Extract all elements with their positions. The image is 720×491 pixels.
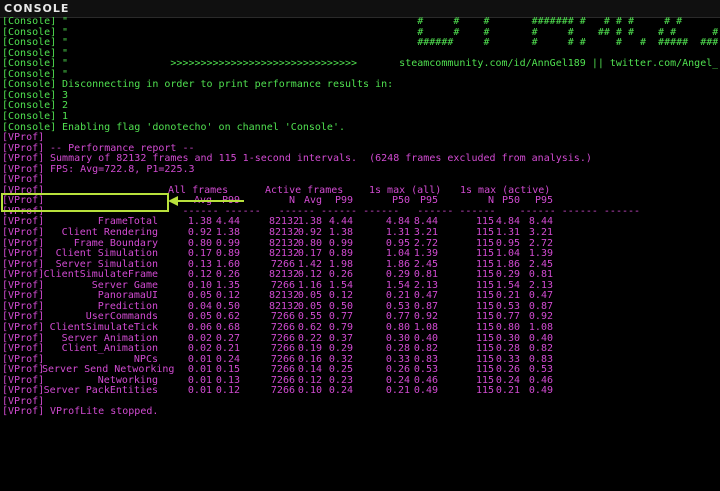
line-prefix: [VProf] xyxy=(2,406,45,418)
cell-value: 1.31 xyxy=(495,227,520,238)
cell-value: 0.79 xyxy=(328,321,353,333)
cell-value: 3.21 xyxy=(528,227,553,238)
cell-value: 0.80 xyxy=(385,321,410,333)
cell-value: 1.08 xyxy=(528,321,553,333)
line-text: VProfLite stopped. xyxy=(44,406,159,418)
cell-value: 0.80 xyxy=(495,321,520,333)
fps-highlight-box xyxy=(1,193,169,212)
line-prefix: [Console] xyxy=(2,110,57,122)
line-text: 1 xyxy=(56,110,69,122)
line-prefix: [VProf] xyxy=(2,227,45,238)
console-title-bar[interactable]: CONSOLE xyxy=(0,0,720,18)
line-prefix: [VProf] xyxy=(2,321,45,333)
console-output[interactable]: [Console] " # # # ####### # # # # # # #[… xyxy=(2,17,718,491)
line-text: " ###### # # # # # # ##### ####### #####… xyxy=(62,37,718,49)
cell-value: 0.92 xyxy=(187,227,212,238)
row-name: Server PackEntities xyxy=(43,385,158,397)
line-text: " # # # ####### # # # # # # # xyxy=(56,17,718,27)
line-text: " >>>>>>>>>>>>>>>>>>>>>>>>>>>>>>> steamc… xyxy=(62,58,718,70)
cell-value: 7266 xyxy=(270,385,295,397)
row-name: Client Rendering xyxy=(61,227,158,238)
cell-value: 115 xyxy=(475,227,494,238)
cell-value: 0.06 xyxy=(187,321,212,333)
cell-value: 0.49 xyxy=(413,385,438,397)
cell-value: 0.62 xyxy=(297,321,322,333)
cell-value: 115 xyxy=(475,385,494,397)
cell-value: 0.21 xyxy=(385,385,410,397)
line-text: FPS: Avg=722.8, P1=225.3 xyxy=(44,163,195,175)
cell-value: 0.68 xyxy=(215,321,240,333)
cell-value: 82132 xyxy=(269,227,300,238)
cell-value: 0.21 xyxy=(495,385,520,397)
cell-value: 0.10 xyxy=(297,385,322,397)
cell-value: 0.12 xyxy=(215,385,240,397)
cell-value: 7266 xyxy=(270,321,295,333)
cell-value: 1.31 xyxy=(385,227,410,238)
line-prefix: [Console] xyxy=(2,17,57,27)
cell-value: 0.24 xyxy=(328,385,353,397)
cell-value: 115 xyxy=(475,321,494,333)
cell-value: 0.49 xyxy=(528,385,553,397)
row-name: ClientSimulateTick xyxy=(49,321,158,333)
cell-value: 1.38 xyxy=(328,227,353,238)
line-text: Disconnecting in order to print performa… xyxy=(56,79,394,91)
arrow-left-icon xyxy=(168,196,244,206)
cell-value: 0.01 xyxy=(187,385,212,397)
line-text: Enabling flag 'donotecho' on channel 'Co… xyxy=(56,121,345,133)
cell-value: 0.92 xyxy=(297,227,322,238)
cell-value: 1.08 xyxy=(413,321,438,333)
window-title: CONSOLE xyxy=(4,2,70,15)
cell-value: 1.38 xyxy=(215,227,240,238)
cell-value: 3.21 xyxy=(413,227,438,238)
